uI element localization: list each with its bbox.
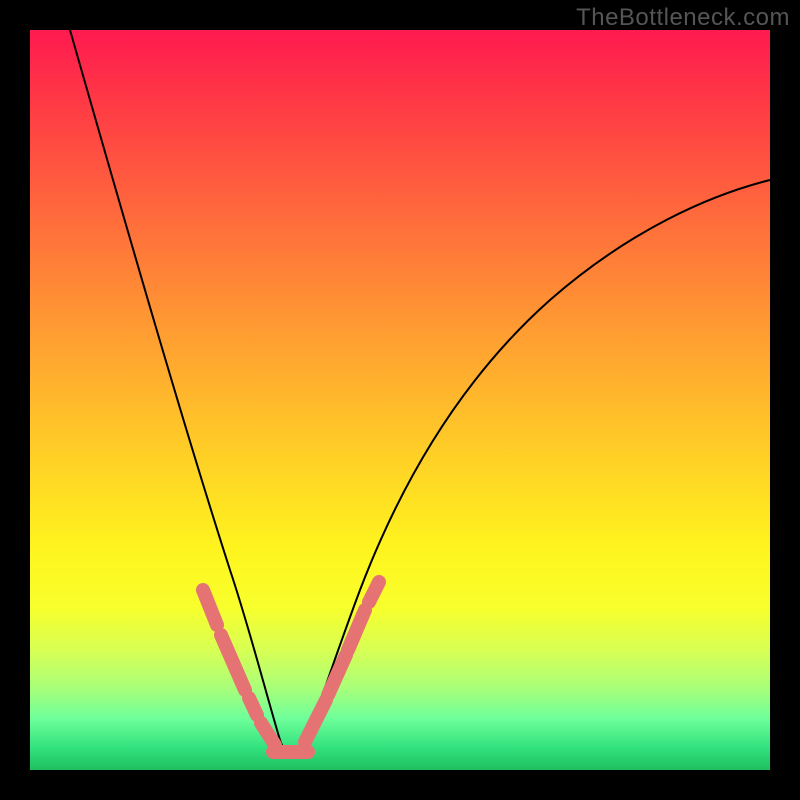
seg-right-2 — [328, 655, 346, 695]
seg-left-3 — [249, 698, 257, 715]
curve-path — [70, 30, 770, 755]
seg-right-4 — [369, 582, 379, 602]
watermark-text: TheBottleneck.com — [576, 4, 790, 32]
seg-left-1 — [203, 590, 217, 625]
seg-right-1 — [305, 700, 326, 742]
seg-left-4 — [261, 723, 275, 745]
outer-frame: TheBottleneck.com — [0, 0, 800, 800]
seg-left-2 — [221, 635, 245, 690]
bottleneck-curve — [30, 30, 770, 770]
